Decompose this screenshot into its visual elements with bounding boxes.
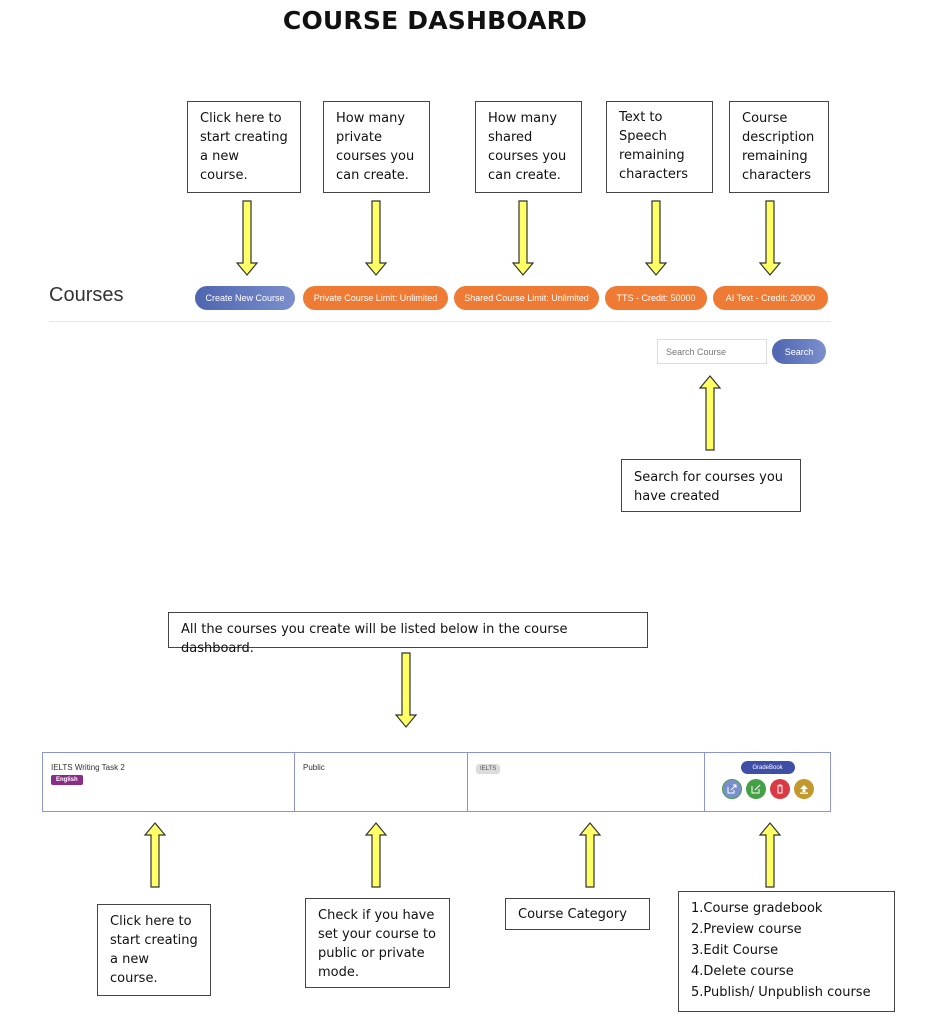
arrow-down-icon (511, 200, 535, 276)
callout-create-course: Click here to start creating a new cours… (187, 101, 301, 193)
create-new-course-button[interactable]: Create New Course (195, 286, 295, 310)
search-button[interactable]: Search (772, 339, 826, 364)
callout-course-list: All the courses you create will be liste… (168, 612, 648, 656)
arrow-down-icon (235, 200, 259, 276)
visibility-status: Public (303, 763, 325, 772)
callout-course-name: Click here to start creating a new cours… (97, 904, 211, 996)
course-name-link[interactable]: IELTS Writing Task 2 (51, 763, 286, 772)
publish-course-button[interactable] (793, 779, 814, 799)
ai-text-credit-badge[interactable]: AI Text - Credit: 20000 (713, 286, 828, 310)
edit-course-button[interactable] (745, 779, 766, 799)
courses-heading: Courses (49, 284, 124, 306)
external-link-icon (727, 784, 736, 794)
header-divider (49, 321, 831, 322)
delete-course-button[interactable] (769, 779, 790, 799)
arrow-up-icon (578, 822, 602, 888)
actions-cell: GradeBook (705, 753, 830, 811)
private-course-limit-badge[interactable]: Private Course Limit: Unlimited (303, 286, 448, 310)
callout-visibility: Check if you have set your course to pub… (305, 898, 450, 988)
category-badge: IELTS (476, 764, 501, 774)
callout-search: Search for courses you have created (621, 459, 801, 512)
callout-category: Course Category (505, 898, 650, 930)
search-course-input[interactable] (657, 339, 767, 364)
course-table-row: IELTS Writing Task 2 English Public IELT… (42, 752, 831, 812)
upload-icon (799, 785, 808, 794)
trash-icon (776, 784, 783, 794)
visibility-cell: Public (295, 753, 468, 811)
arrow-up-icon (758, 822, 782, 888)
arrow-up-icon (143, 822, 167, 888)
callout-private-limit: How many private courses you can create. (323, 101, 430, 193)
tts-credit-badge[interactable]: TTS - Credit: 50000 (605, 286, 707, 310)
action-buttons (721, 779, 814, 799)
edit-icon (751, 784, 760, 794)
category-cell: IELTS (468, 753, 705, 811)
arrow-down-icon (644, 200, 668, 276)
course-name-cell: IELTS Writing Task 2 English (43, 753, 295, 811)
arrow-down-icon (394, 652, 418, 728)
callout-shared-limit: How many shared courses you can create. (475, 101, 582, 193)
preview-course-button[interactable] (721, 779, 742, 799)
arrow-down-icon (364, 200, 388, 276)
page-title: COURSE DASHBOARD (282, 6, 588, 35)
shared-course-limit-badge[interactable]: Shared Course Limit: Unlimited (454, 286, 599, 310)
callout-ai-text-credit: Course description remaining characters (729, 101, 829, 193)
callout-actions: 1.Course gradebook 2.Preview course 3.Ed… (678, 891, 895, 1012)
arrow-down-icon (758, 200, 782, 276)
arrow-up-icon (698, 375, 722, 451)
arrow-up-icon (364, 822, 388, 888)
callout-tts-credit: Text to Speech remaining characters (606, 101, 713, 193)
gradebook-button[interactable]: GradeBook (740, 761, 795, 774)
language-badge: English (51, 775, 83, 785)
